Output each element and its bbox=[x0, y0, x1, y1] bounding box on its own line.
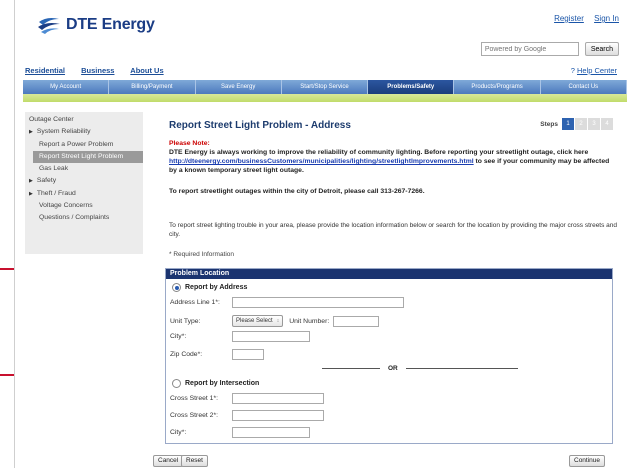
dte-logo-icon bbox=[38, 18, 60, 34]
help-center-link[interactable]: ? Help Center bbox=[571, 66, 617, 75]
audience-links: Residential Business About Us bbox=[25, 66, 178, 75]
cancel-button[interactable]: Cancel bbox=[153, 455, 184, 467]
cross-street-2-label: Cross Street 2*: bbox=[170, 412, 218, 419]
address-line-label: Address Line 1*: bbox=[170, 299, 220, 306]
step-indicator: Steps 1 2 3 4 bbox=[540, 118, 613, 130]
streetlight-improvements-link[interactable]: http://dteenergy.com/businessCustomers/m… bbox=[169, 158, 474, 165]
intersection-city-label: City*: bbox=[170, 429, 187, 436]
report-by-intersection-option[interactable]: Report by Intersection bbox=[172, 379, 259, 388]
instructions: To report street lighting trouble in you… bbox=[169, 222, 618, 238]
sidebar-item-safety[interactable]: Safety bbox=[25, 175, 143, 187]
sidebar-item-report-power-problem[interactable]: Report a Power Problem bbox=[25, 139, 143, 151]
cross-street-1-input[interactable] bbox=[232, 393, 324, 404]
unit-type-label: Unit Type: bbox=[170, 317, 201, 325]
intersection-city-row: City*: bbox=[170, 427, 310, 438]
tab-problems-safety[interactable]: Problems/Safety bbox=[368, 80, 455, 94]
report-by-address-option[interactable]: Report by Address bbox=[172, 283, 247, 292]
address-radio[interactable] bbox=[172, 283, 181, 292]
step-3: 3 bbox=[588, 118, 600, 130]
divider-line-left bbox=[322, 368, 380, 369]
note-label: Please Note: bbox=[169, 140, 210, 147]
required-note: * Required Information bbox=[169, 251, 235, 258]
tab-products-programs[interactable]: Products/Programs bbox=[454, 80, 541, 94]
search-input[interactable] bbox=[480, 42, 579, 56]
sidebar-item-system-reliability[interactable]: System Reliability bbox=[25, 126, 143, 138]
unit-number-label: Unit Number: bbox=[289, 317, 330, 325]
sign-in-link[interactable]: Sign In bbox=[594, 14, 619, 23]
cross-street-2-input[interactable] bbox=[232, 410, 324, 421]
about-us-link[interactable]: About Us bbox=[130, 66, 163, 75]
sidebar-item-report-street-light[interactable]: Report Street Light Problem bbox=[33, 150, 143, 164]
note-block: Please Note: DTE Energy is always workin… bbox=[169, 139, 619, 175]
unit-row: Unit Type: Please Select ↕ Unit Number: bbox=[170, 315, 380, 327]
detroit-notice: To report streetlight outages within the… bbox=[169, 188, 425, 195]
intersection-radio[interactable] bbox=[172, 379, 181, 388]
city-input[interactable] bbox=[232, 331, 310, 342]
report-by-address-label: Report by Address bbox=[185, 284, 248, 291]
sidebar-item-voltage-concerns[interactable]: Voltage Concerns bbox=[25, 200, 143, 212]
site-search: Search bbox=[480, 42, 619, 56]
continue-button[interactable]: Continue bbox=[569, 455, 606, 467]
business-link[interactable]: Business bbox=[81, 66, 114, 75]
zip-label: Zip Code*: bbox=[170, 351, 203, 358]
zip-input[interactable] bbox=[232, 349, 264, 360]
unit-type-value: Please Select bbox=[236, 318, 273, 324]
tab-billing-payment[interactable]: Billing/Payment bbox=[109, 80, 196, 94]
intersection-city-input[interactable] bbox=[232, 427, 310, 438]
step-2: 2 bbox=[575, 118, 587, 130]
sidebar: Outage Center System Reliability Report … bbox=[25, 112, 143, 254]
zip-row: Zip Code*: bbox=[170, 349, 264, 360]
cross-street-1-label: Cross Street 1*: bbox=[170, 395, 218, 402]
tab-start-stop-service[interactable]: Start/Stop Service bbox=[282, 80, 369, 94]
select-arrows-icon: ↕ bbox=[276, 318, 280, 324]
address-line-row: Address Line 1*: bbox=[170, 297, 404, 308]
page-title: Report Street Light Problem - Address bbox=[169, 120, 351, 131]
main-nav: My Account Billing/Payment Save Energy S… bbox=[23, 80, 627, 94]
reset-button[interactable]: Reset bbox=[181, 455, 208, 467]
tab-my-account[interactable]: My Account bbox=[23, 80, 110, 94]
account-links: Register Sign In bbox=[546, 14, 619, 23]
step-1: 1 bbox=[562, 118, 574, 130]
register-link[interactable]: Register bbox=[554, 14, 584, 23]
sidebar-item-theft-fraud[interactable]: Theft / Fraud bbox=[25, 188, 143, 200]
address-line-input[interactable] bbox=[232, 297, 404, 308]
report-by-intersection-label: Report by Intersection bbox=[185, 380, 260, 387]
page-frame: DTE Energy Register Sign In Search Resid… bbox=[14, 0, 628, 468]
steps-label: Steps bbox=[540, 120, 558, 128]
sidebar-item-gas-leak[interactable]: Gas Leak bbox=[25, 163, 143, 175]
tab-save-energy[interactable]: Save Energy bbox=[196, 80, 282, 94]
city-row: City*: bbox=[170, 331, 310, 342]
tab-contact-us[interactable]: Contact Us bbox=[541, 80, 627, 94]
nav-accent-bar bbox=[23, 94, 627, 102]
residential-link[interactable]: Residential bbox=[25, 66, 65, 75]
help-icon: ? bbox=[570, 66, 575, 75]
cross-street-2-row: Cross Street 2*: bbox=[170, 410, 324, 421]
brand-name: DTE Energy bbox=[66, 16, 155, 33]
unit-number-input[interactable] bbox=[333, 315, 380, 327]
divider-line-right bbox=[405, 368, 518, 369]
sidebar-item-questions-complaints[interactable]: Questions / Complaints bbox=[25, 212, 143, 224]
sidebar-item-outage-center[interactable]: Outage Center bbox=[25, 114, 143, 126]
unit-type-select[interactable]: Please Select ↕ bbox=[232, 315, 284, 327]
city-label: City*: bbox=[170, 333, 187, 340]
dte-logo[interactable]: DTE Energy bbox=[37, 16, 155, 34]
note-text-1: DTE Energy is always working to improve … bbox=[169, 149, 589, 156]
step-4: 4 bbox=[601, 118, 613, 130]
search-button[interactable]: Search bbox=[584, 42, 619, 56]
problem-location-panel: Problem Location Report by Address Addre… bbox=[165, 268, 613, 444]
help-center-label: Help Center bbox=[576, 66, 617, 75]
or-divider: OR bbox=[318, 365, 522, 372]
or-label: OR bbox=[388, 365, 398, 372]
cross-street-1-row: Cross Street 1*: bbox=[170, 393, 324, 404]
panel-heading: Problem Location bbox=[166, 269, 612, 279]
